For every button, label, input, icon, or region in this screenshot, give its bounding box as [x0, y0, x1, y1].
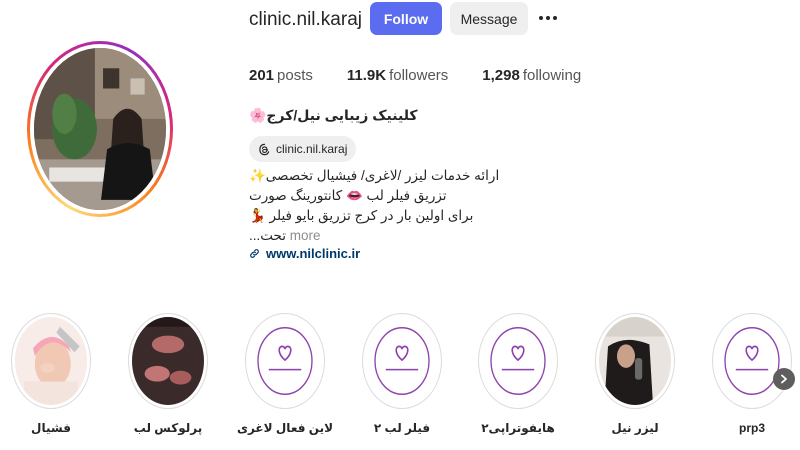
highlight-ring: [11, 313, 91, 409]
highlight-cover: [366, 317, 438, 405]
highlight-label: هایفوتراپی۲: [481, 421, 555, 435]
bio-line-1: ارائه خدمات لیزر /لاغری/ فیشیال تخصصی✨: [249, 168, 500, 183]
highlight-hifu[interactable]: هایفوتراپی۲: [478, 313, 558, 435]
highlight-label: پرلوکس لب: [133, 421, 203, 435]
threads-badge[interactable]: clinic.nil.karaj: [249, 136, 357, 162]
bio-line-4: تحت... more: [249, 228, 321, 244]
highlight-logo: [716, 317, 788, 405]
highlight-label: لیزر نیل: [611, 421, 659, 435]
highlight-cover: [132, 317, 204, 405]
highlight-ring: [245, 313, 325, 409]
highlight-label: فشیال: [31, 421, 71, 435]
highlight-lip-filler[interactable]: فیلر لب ۲: [362, 313, 442, 435]
highlight-cover-laser-image: [599, 317, 671, 405]
threads-handle: clinic.nil.karaj: [276, 142, 348, 156]
follow-button[interactable]: Follow: [370, 2, 442, 35]
followers-label: followers: [389, 67, 449, 84]
avatar-frame: [30, 44, 170, 214]
posts-label: posts: [277, 67, 313, 84]
highlight-cover: [482, 317, 554, 405]
highlights-next-button[interactable]: [773, 368, 795, 390]
highlight-ring: [478, 313, 558, 409]
link-icon: [250, 249, 259, 258]
bio-truncated-text: تحت...: [249, 228, 286, 243]
highlight-logo: [249, 317, 321, 405]
more-dot: [546, 16, 550, 20]
highlight-ring: [595, 313, 675, 409]
highlight-logo: [366, 317, 438, 405]
highlight-cover: [716, 317, 788, 405]
followers-stat[interactable]: 11.9K followers: [347, 67, 448, 84]
highlight-ring: [128, 313, 208, 409]
highlight-facial[interactable]: فشیال: [11, 313, 91, 435]
bio-more-link[interactable]: more: [290, 228, 321, 243]
highlight-cover: [249, 317, 321, 405]
highlight-laser[interactable]: لیزر نیل: [595, 313, 675, 435]
avatar: [34, 48, 166, 210]
followers-count: 11.9K: [346, 67, 387, 84]
highlight-label: prp3: [738, 421, 765, 435]
posts-stat: 201 posts: [249, 67, 313, 84]
highlight-cover-lip-image: [132, 317, 204, 405]
more-dot: [553, 16, 557, 20]
highlight-cover: [599, 317, 671, 405]
chevron-right-icon: [781, 374, 787, 384]
posts-count: 201: [249, 67, 275, 84]
profile-avatar-ring[interactable]: [27, 41, 173, 217]
highlight-ring: [362, 313, 442, 409]
profile-stats: 201 posts 11.9K followers 1,298 following: [249, 67, 615, 84]
highlight-logo: [482, 317, 554, 405]
highlight-slimming[interactable]: لاین فعال لاغری: [237, 313, 333, 435]
following-stat[interactable]: 1,298 following: [482, 67, 581, 84]
profile-display-name: کلینیک زیبایی نیل/کرج🌸: [249, 107, 418, 123]
following-label: following: [522, 67, 582, 84]
highlight-cover: [15, 317, 87, 405]
highlight-cover-facial-image: [15, 317, 87, 405]
threads-icon: [259, 143, 270, 155]
highlight-lip-perlux[interactable]: پرلوکس لب: [128, 313, 208, 435]
highlight-label: لاین فعال لاغری: [236, 421, 334, 435]
bio-line-2: تزریق فیلر لب 👄 کانتورینگ صورت: [249, 188, 447, 203]
bio-line-3: برای اولین بار در کرج تزریق بایو فیلر 💃: [249, 208, 474, 223]
more-dot: [539, 16, 543, 20]
avatar-photo-illustration: [34, 48, 166, 210]
highlight-ring: [712, 313, 792, 409]
message-button[interactable]: Message: [450, 2, 528, 35]
highlight-label: فیلر لب ۲: [373, 421, 431, 435]
website-link-text: www.nilclinic.ir: [266, 246, 361, 261]
profile-username: clinic.nil.karaj: [249, 9, 362, 30]
following-count: 1,298: [482, 67, 520, 84]
more-options-icon[interactable]: [536, 4, 560, 32]
website-link[interactable]: www.nilclinic.ir: [249, 246, 360, 261]
